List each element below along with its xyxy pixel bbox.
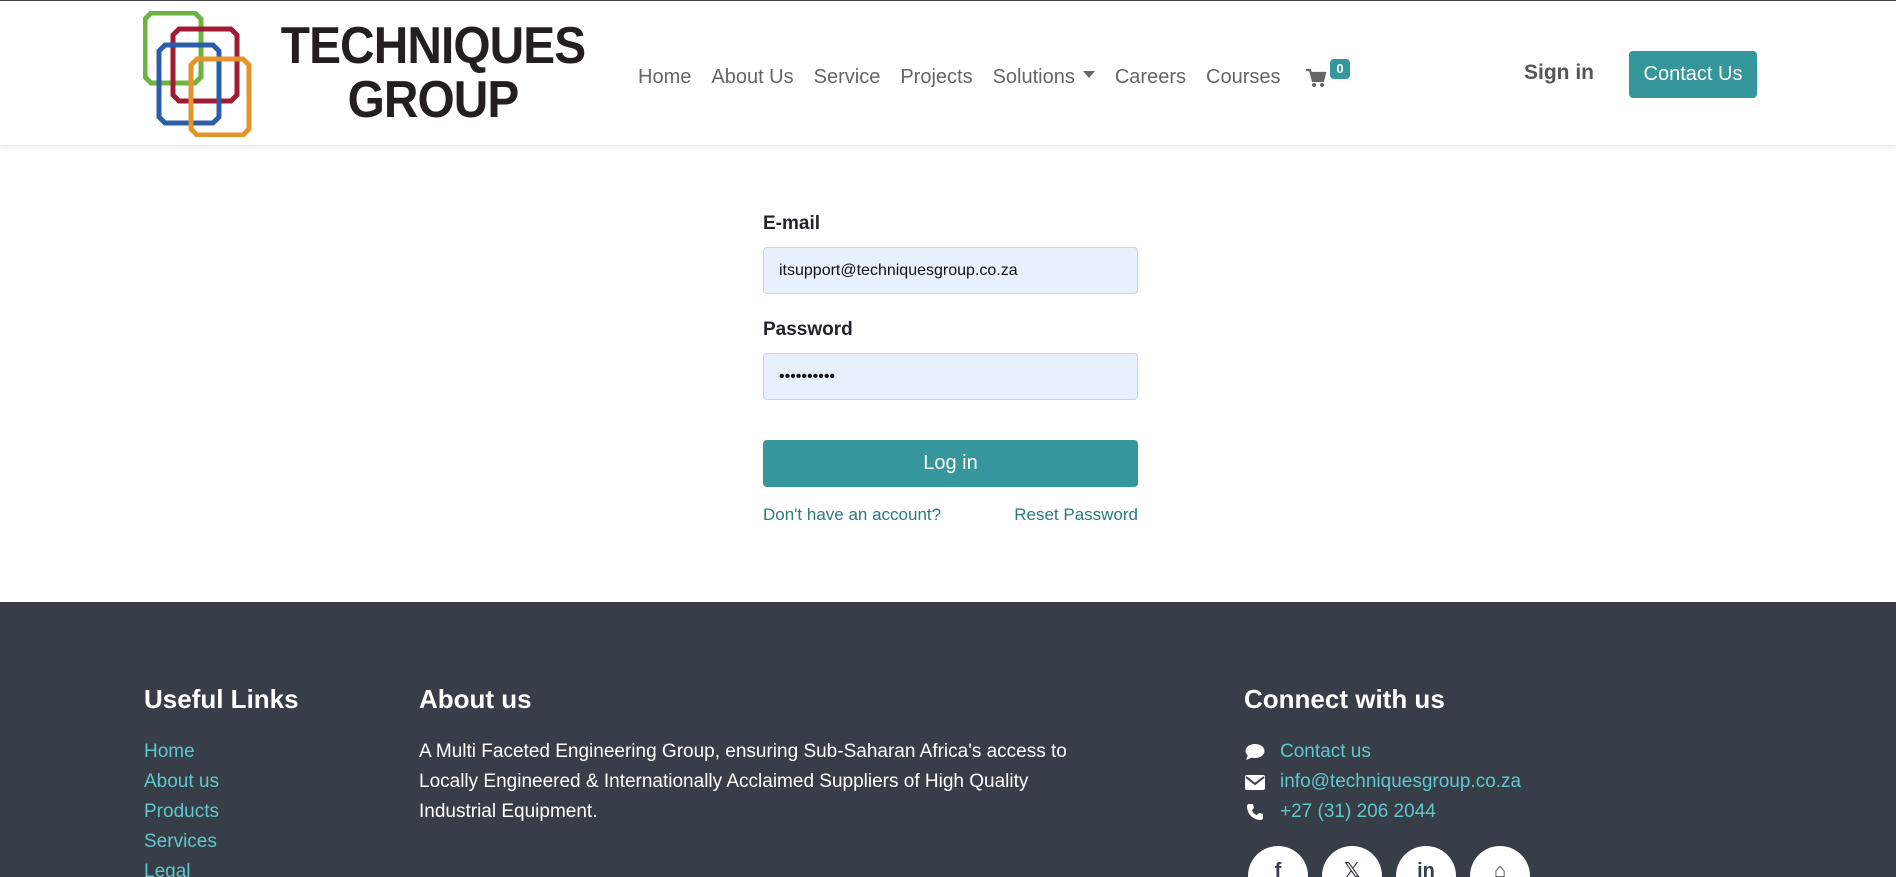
company-logo[interactable]: TECHNIQUES GROUP bbox=[143, 11, 603, 137]
chat-bubble-icon bbox=[1244, 742, 1266, 762]
email-value: itsupport@techniquesgroup.co.za bbox=[779, 261, 1018, 279]
nav-solutions-dropdown[interactable]: Solutions bbox=[993, 66, 1095, 89]
footer-contact-link[interactable]: Contact us bbox=[1280, 741, 1371, 763]
email-label: E-mail bbox=[763, 213, 821, 234]
email-row: info@techniquesgroup.co.za bbox=[1244, 767, 1521, 797]
footer-phone-link[interactable]: +27 (31) 206 2044 bbox=[1280, 801, 1436, 823]
footer-link-about-us[interactable]: About us bbox=[144, 767, 299, 797]
footer-link-home[interactable]: Home bbox=[144, 737, 299, 767]
facebook-icon[interactable]: f bbox=[1248, 846, 1308, 877]
contact-row: Contact us bbox=[1244, 737, 1521, 767]
shopping-cart-icon bbox=[1306, 68, 1327, 87]
about-section: About us A Multi Faceted Engineering Gro… bbox=[419, 684, 1069, 827]
logo-wordmark: TECHNIQUES GROUP bbox=[263, 19, 603, 127]
about-heading: About us bbox=[419, 684, 532, 714]
nav-careers[interactable]: Careers bbox=[1115, 66, 1186, 89]
nav-about-us[interactable]: About Us bbox=[711, 66, 793, 89]
connect-heading: Connect with us bbox=[1244, 684, 1445, 714]
connect-section: Connect with us Contact us info@techniqu… bbox=[1244, 684, 1521, 827]
contact-us-button[interactable]: Contact Us bbox=[1629, 51, 1757, 98]
nav-courses[interactable]: Courses bbox=[1206, 66, 1280, 89]
login-links: Don't have an account? Reset Password bbox=[763, 505, 1138, 525]
reset-password-link[interactable]: Reset Password bbox=[1014, 505, 1138, 525]
nav-home[interactable]: Home bbox=[638, 66, 691, 89]
logo-squares-icon bbox=[143, 11, 252, 137]
envelope-icon bbox=[1244, 772, 1266, 792]
phone-icon bbox=[1244, 802, 1266, 822]
login-form: E-mail itsupport@techniquesgroup.co.za P… bbox=[763, 208, 1138, 525]
useful-links-section: Useful Links Home About us Products Serv… bbox=[144, 684, 299, 877]
footer-link-services[interactable]: Services bbox=[144, 827, 299, 857]
site-header: TECHNIQUES GROUP Home About Us Service P… bbox=[0, 1, 1896, 146]
nav-projects[interactable]: Projects bbox=[900, 66, 972, 89]
email-field[interactable]: itsupport@techniquesgroup.co.za bbox=[763, 247, 1138, 294]
login-button[interactable]: Log in bbox=[763, 440, 1138, 487]
linkedin-icon[interactable]: in bbox=[1396, 846, 1456, 877]
about-text: A Multi Faceted Engineering Group, ensur… bbox=[419, 741, 1067, 822]
x-twitter-icon[interactable]: 𝕏 bbox=[1322, 846, 1382, 877]
footer-link-products[interactable]: Products bbox=[144, 797, 299, 827]
logo-line-1: TECHNIQUES bbox=[280, 17, 586, 75]
signup-link[interactable]: Don't have an account? bbox=[763, 505, 941, 525]
nav-solutions-label: Solutions bbox=[992, 65, 1075, 88]
footer-link-legal[interactable]: Legal bbox=[144, 857, 299, 877]
home-icon[interactable]: ⌂ bbox=[1470, 846, 1530, 877]
password-field[interactable]: •••••••••• bbox=[763, 353, 1138, 400]
phone-row: +27 (31) 206 2044 bbox=[1244, 797, 1521, 827]
useful-links-heading: Useful Links bbox=[144, 684, 299, 714]
password-label: Password bbox=[763, 319, 853, 340]
sign-in-link[interactable]: Sign in bbox=[1524, 61, 1594, 85]
password-value: •••••••••• bbox=[779, 367, 836, 385]
site-footer: Useful Links Home About us Products Serv… bbox=[0, 602, 1896, 877]
footer-email-link[interactable]: info@techniquesgroup.co.za bbox=[1280, 771, 1521, 793]
cart-count-badge: 0 bbox=[1330, 59, 1350, 79]
logo-line-2: GROUP bbox=[347, 71, 520, 129]
chevron-down-icon bbox=[1082, 70, 1095, 78]
nav-service[interactable]: Service bbox=[814, 66, 881, 89]
main-nav: Home About Us Service Projects Solutions… bbox=[630, 59, 1290, 95]
